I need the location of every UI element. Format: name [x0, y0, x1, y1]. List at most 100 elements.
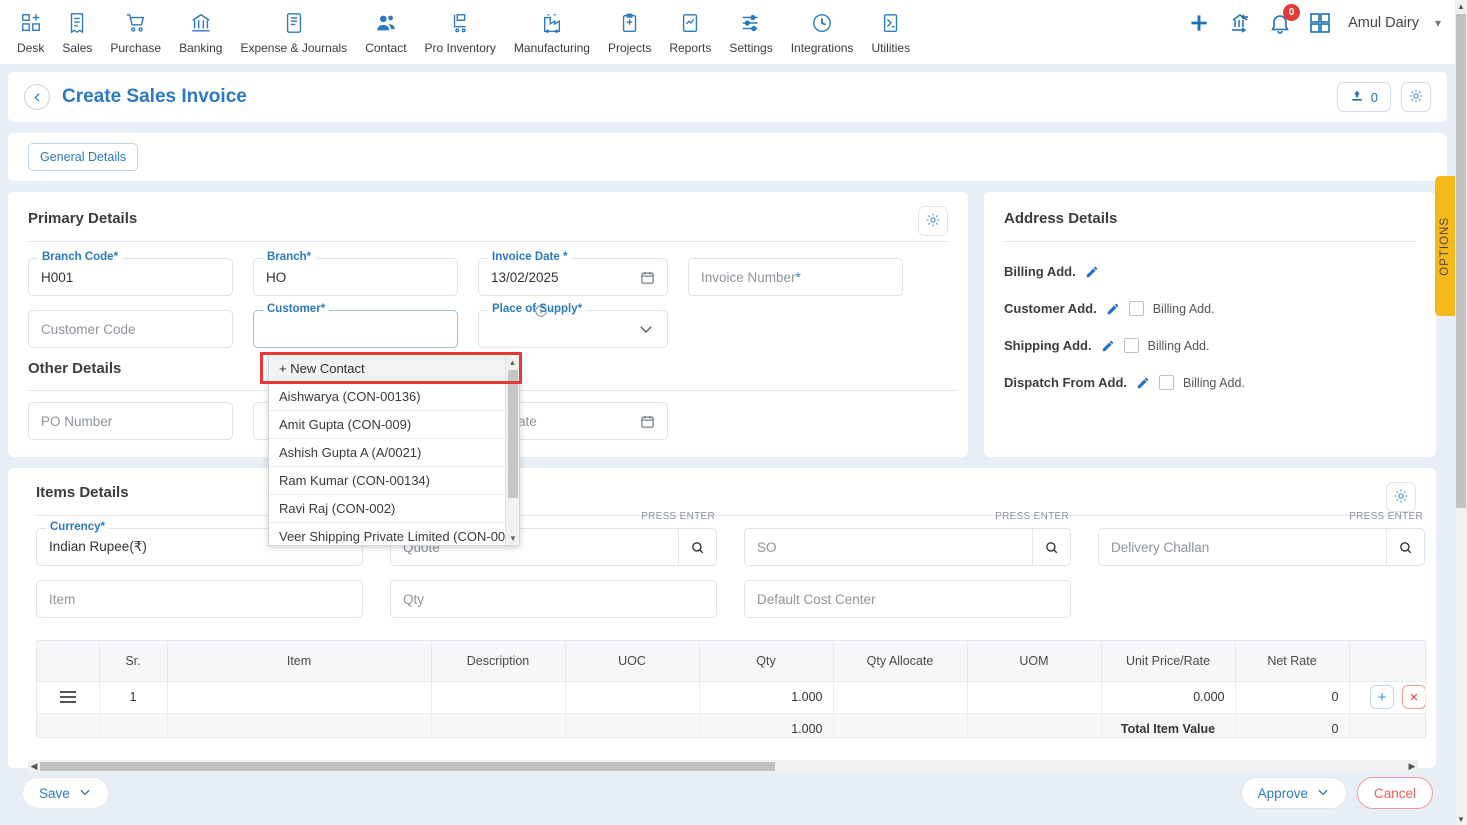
dropdown-scrollbar[interactable]: ▲ ▼	[505, 355, 519, 545]
dispatch-from-address-label: Dispatch From Add.	[1004, 375, 1128, 390]
list-item[interactable]: Veer Shipping Private Limited (CON-00132…	[269, 523, 519, 545]
row-item[interactable]	[167, 681, 432, 714]
place-of-supply-field[interactable]: Place of Supply*	[478, 303, 668, 348]
page-title: Create Sales Invoice	[62, 86, 247, 107]
nav-item-manufacturing[interactable]: Manufacturing	[505, 8, 599, 55]
row-uoc[interactable]	[565, 681, 700, 714]
grid-apps-icon[interactable]	[1308, 11, 1332, 35]
header-actions: 0	[1336, 82, 1431, 112]
info-icon[interactable]	[534, 304, 548, 321]
row-net-rate[interactable]: 0	[1235, 681, 1350, 714]
pencil-icon[interactable]	[1085, 265, 1099, 279]
top-nav-right-actions: 0 Amul Dairy ▾	[1186, 4, 1441, 36]
scroll-up-icon[interactable]: ▲	[506, 355, 519, 369]
bank-transfer-icon[interactable]	[1228, 11, 1252, 35]
list-item[interactable]: Ram Kumar (CON-00134)	[269, 467, 505, 495]
total-item-value-label: Total Item Value	[1101, 713, 1236, 737]
row-uom[interactable]	[967, 681, 1102, 714]
customer-dropdown[interactable]: + New Contact Aishwarya (CON-00136) Amit…	[268, 354, 520, 546]
scroll-down-icon[interactable]: ▼	[1455, 813, 1467, 825]
total-blank-1	[37, 713, 100, 737]
page-vertical-scrollbar[interactable]: ▲ ▼	[1455, 0, 1467, 825]
row-qty-allocate[interactable]	[833, 681, 968, 714]
invoice-date-field[interactable]: Invoice Date * 13/02/2025	[478, 251, 668, 296]
address-details-card: Address Details Billing Add. Customer Ad…	[984, 192, 1436, 457]
invoice-number-field[interactable]: Invoice Number*	[688, 258, 903, 296]
list-item[interactable]: Amit Gupta (CON-009)	[269, 411, 505, 439]
vscroll-thumb[interactable]	[1456, 14, 1466, 508]
list-item[interactable]: Aishwarya (CON-00136)	[269, 383, 505, 411]
nav-item-sales[interactable]: Sales	[53, 8, 101, 55]
attachments-button[interactable]: 0	[1336, 82, 1391, 112]
nav-item-settings[interactable]: Settings	[720, 8, 781, 55]
tools-icon	[880, 10, 902, 36]
list-item[interactable]: Ashish Gupta A (A/0021)	[269, 439, 505, 467]
add-row-button[interactable]: +	[1370, 685, 1394, 709]
approve-button[interactable]: Approve	[1240, 777, 1347, 809]
scroll-up-icon[interactable]: ▲	[1455, 0, 1467, 12]
nav-item-desk[interactable]: Desk	[8, 8, 53, 55]
list-item[interactable]: Ravi Raj (CON-002)	[269, 495, 505, 523]
search-icon[interactable]	[1386, 529, 1424, 565]
row-unit-price[interactable]: 0.000	[1101, 681, 1236, 714]
dashboard-add-icon	[20, 10, 42, 36]
primary-details-settings-button[interactable]	[918, 206, 948, 236]
search-icon[interactable]	[1032, 529, 1070, 565]
drag-handle-icon[interactable]	[47, 691, 89, 703]
col-uom: UOM	[967, 641, 1102, 682]
bell-icon[interactable]: 0	[1268, 4, 1301, 35]
nav-item-integrations[interactable]: Integrations	[782, 8, 863, 55]
customer-billing-address-checkbox[interactable]	[1128, 301, 1144, 316]
delete-row-button[interactable]: ×	[1402, 685, 1425, 709]
nav-item-utilities[interactable]: Utilities	[862, 8, 919, 55]
chevron-down-icon[interactable]: ▾	[1435, 16, 1441, 30]
items-fields-row-2: Item Qty Default Cost Center	[36, 580, 1426, 618]
nav-item-projects[interactable]: Projects	[599, 8, 660, 55]
nav-item-expense-journals[interactable]: Expense & Journals	[231, 8, 356, 55]
page-settings-button[interactable]	[1401, 82, 1431, 112]
dropdown-scroll-thumb[interactable]	[508, 370, 518, 498]
tab-general-details[interactable]: General Details	[28, 143, 139, 171]
scroll-down-icon[interactable]: ▼	[506, 531, 519, 545]
back-button[interactable]	[24, 84, 50, 110]
calendar-icon[interactable]	[640, 270, 655, 285]
dropdown-option-new-contact[interactable]: + New Contact	[269, 355, 505, 383]
qty-col: Qty	[390, 580, 717, 618]
items-table: Sr. Item Description UOC Qty Qty Allocat…	[37, 641, 1425, 737]
qty-field[interactable]: Qty	[390, 580, 717, 618]
branch-code-field[interactable]: Branch Code* H001	[28, 251, 233, 296]
items-details-settings-button[interactable]	[1386, 482, 1416, 512]
calendar-icon[interactable]	[640, 414, 655, 429]
nav-item-purchase[interactable]: Purchase	[101, 8, 170, 55]
row-drag-cell[interactable]	[37, 681, 100, 714]
nav-item-banking[interactable]: Banking	[170, 8, 231, 55]
customer-code-field[interactable]: Customer Code	[28, 310, 233, 348]
pencil-icon[interactable]	[1106, 302, 1120, 316]
search-icon[interactable]	[678, 529, 716, 565]
row-description[interactable]	[431, 681, 566, 714]
so-field[interactable]: SO	[744, 528, 1071, 566]
nav-item-contact[interactable]: Contact	[356, 8, 415, 55]
options-side-tab[interactable]: OPTIONS	[1435, 176, 1455, 316]
po-number-field[interactable]: PO Number	[28, 402, 233, 440]
row-qty[interactable]: 1.000	[699, 681, 834, 714]
pencil-icon[interactable]	[1136, 376, 1150, 390]
cancel-button[interactable]: Cancel	[1356, 777, 1433, 809]
table-row[interactable]: 1 1.000 0.000 0 + ×	[37, 681, 1425, 714]
nav-item-reports[interactable]: Reports	[660, 8, 720, 55]
nav-item-pro-inventory[interactable]: Pro Inventory	[416, 8, 505, 55]
total-qty: 1.000	[699, 713, 834, 737]
branch-field[interactable]: Branch* HO	[253, 251, 458, 296]
chevron-down-icon[interactable]	[637, 320, 655, 338]
dispatch-billing-address-checkbox[interactable]	[1159, 375, 1175, 390]
delivery-challan-field[interactable]: Delivery Challan	[1098, 528, 1425, 566]
cost-center-placeholder: Default Cost Center	[757, 591, 876, 607]
cost-center-field[interactable]: Default Cost Center	[744, 580, 1071, 618]
customer-field[interactable]: Customer*	[253, 303, 458, 348]
shipping-billing-address-checkbox[interactable]	[1123, 338, 1139, 353]
organization-name[interactable]: Amul Dairy	[1348, 15, 1419, 31]
item-field[interactable]: Item	[36, 580, 363, 618]
plus-icon[interactable]	[1186, 10, 1212, 36]
save-button[interactable]: Save	[22, 777, 109, 809]
pencil-icon[interactable]	[1101, 339, 1115, 353]
